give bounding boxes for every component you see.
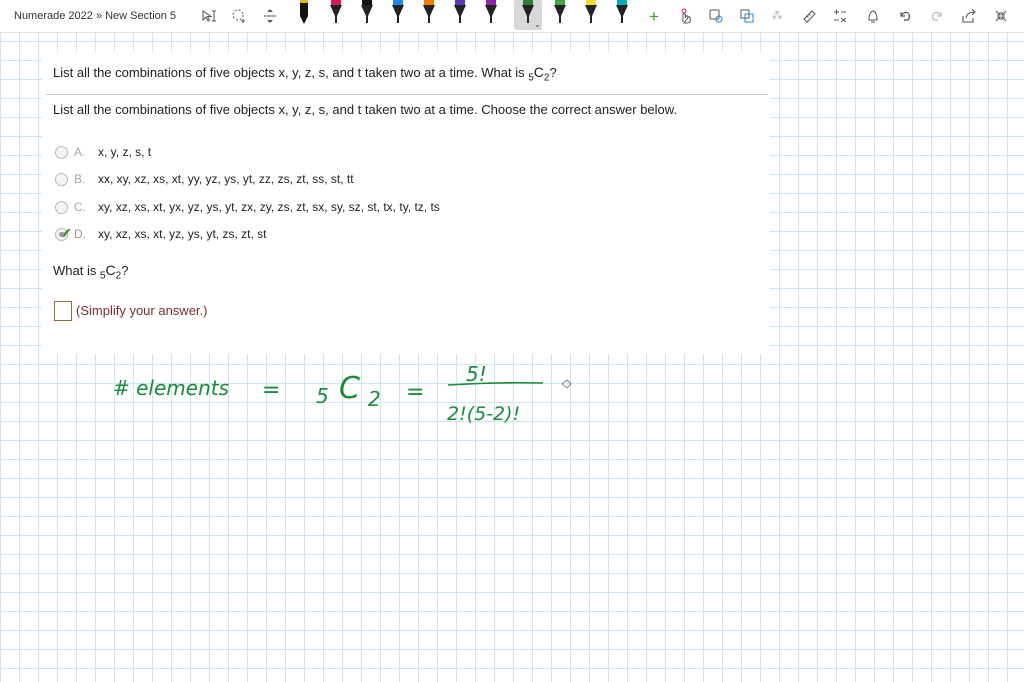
handwriting-layer: # elements = 5 C 2 = 5! 2!(5-2)! [113,362,572,425]
hw-numerator: 5! [466,362,487,386]
hw-denominator: 2!(5-2)! [447,403,520,425]
hw-c: C [339,371,360,406]
hw-n: 5 [316,384,329,408]
cursor-icon [561,379,572,389]
hw-k: 2 [368,387,381,411]
hw-equals-1: = [262,378,280,403]
hw-equals-2: = [406,380,424,405]
hw-fraction-bar [447,381,544,386]
hw-elements-label: # elements [113,376,229,400]
